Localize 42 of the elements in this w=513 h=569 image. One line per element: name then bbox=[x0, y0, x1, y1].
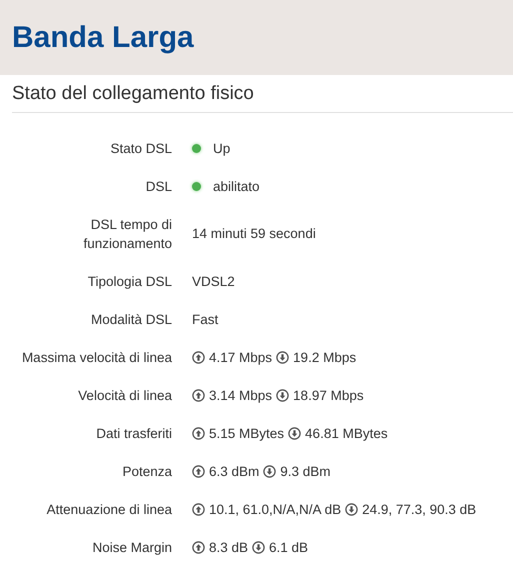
upstream-value: 5.15 MBytes bbox=[209, 424, 284, 442]
row-label: Attenuazione di linea bbox=[46, 500, 172, 518]
row-label: Noise Margin bbox=[91, 538, 172, 556]
arrow-down-icon bbox=[345, 502, 358, 516]
arrow-up-icon bbox=[192, 540, 205, 554]
downstream-value: 18.97 Mbps bbox=[293, 386, 364, 404]
arrow-up-icon bbox=[192, 350, 205, 364]
upstream-value: 6.3 dBm bbox=[209, 462, 260, 480]
row-label: DSL bbox=[144, 178, 172, 196]
arrow-down-icon bbox=[288, 426, 302, 440]
row-value: Up bbox=[213, 140, 230, 158]
page-title: Banda Larga bbox=[12, 20, 194, 54]
row-label: Potenza bbox=[121, 462, 172, 480]
row-label: DSL tempo di funzionamento bbox=[82, 216, 172, 252]
row-value: 14 minuti 59 secondi bbox=[192, 225, 316, 243]
downstream-value: 6.1 dB bbox=[269, 538, 308, 556]
upstream-value: 10.1, 61.0,N/A,N/A dB bbox=[209, 500, 342, 518]
arrow-up-icon bbox=[192, 426, 205, 440]
row-label: Massima velocità di linea bbox=[20, 348, 172, 366]
row-value: Fast bbox=[192, 310, 218, 328]
arrow-down-icon bbox=[263, 464, 276, 478]
arrow-up-icon bbox=[192, 388, 205, 402]
row-label: Modalità DSL bbox=[90, 310, 172, 328]
arrow-down-icon bbox=[276, 388, 290, 402]
row-value: abilitato bbox=[213, 178, 260, 196]
arrow-down-icon bbox=[252, 540, 266, 554]
upstream-value: 8.3 dB bbox=[209, 538, 248, 556]
downstream-value: 19.2 Mbps bbox=[293, 348, 356, 366]
row-label: Stato DSL bbox=[109, 140, 172, 158]
upstream-value: 4.17 Mbps bbox=[209, 348, 272, 366]
downstream-value: 9.3 dBm bbox=[280, 462, 331, 480]
downstream-value: 46.81 MBytes bbox=[305, 424, 388, 442]
upstream-value: 3.14 Mbps bbox=[209, 386, 272, 404]
row-value: VDSL2 bbox=[192, 272, 235, 290]
row-label: Tipologia DSL bbox=[86, 272, 172, 290]
section-title: Stato del collegamento fisico bbox=[12, 82, 254, 104]
row-label: Velocità di linea bbox=[77, 386, 172, 404]
row-label: Dati trasferiti bbox=[95, 424, 172, 442]
arrow-down-icon bbox=[276, 350, 290, 364]
downstream-value: 24.9, 77.3, 90.3 dB bbox=[362, 500, 476, 518]
arrow-up-icon bbox=[192, 502, 205, 516]
arrow-up-icon bbox=[192, 464, 205, 478]
